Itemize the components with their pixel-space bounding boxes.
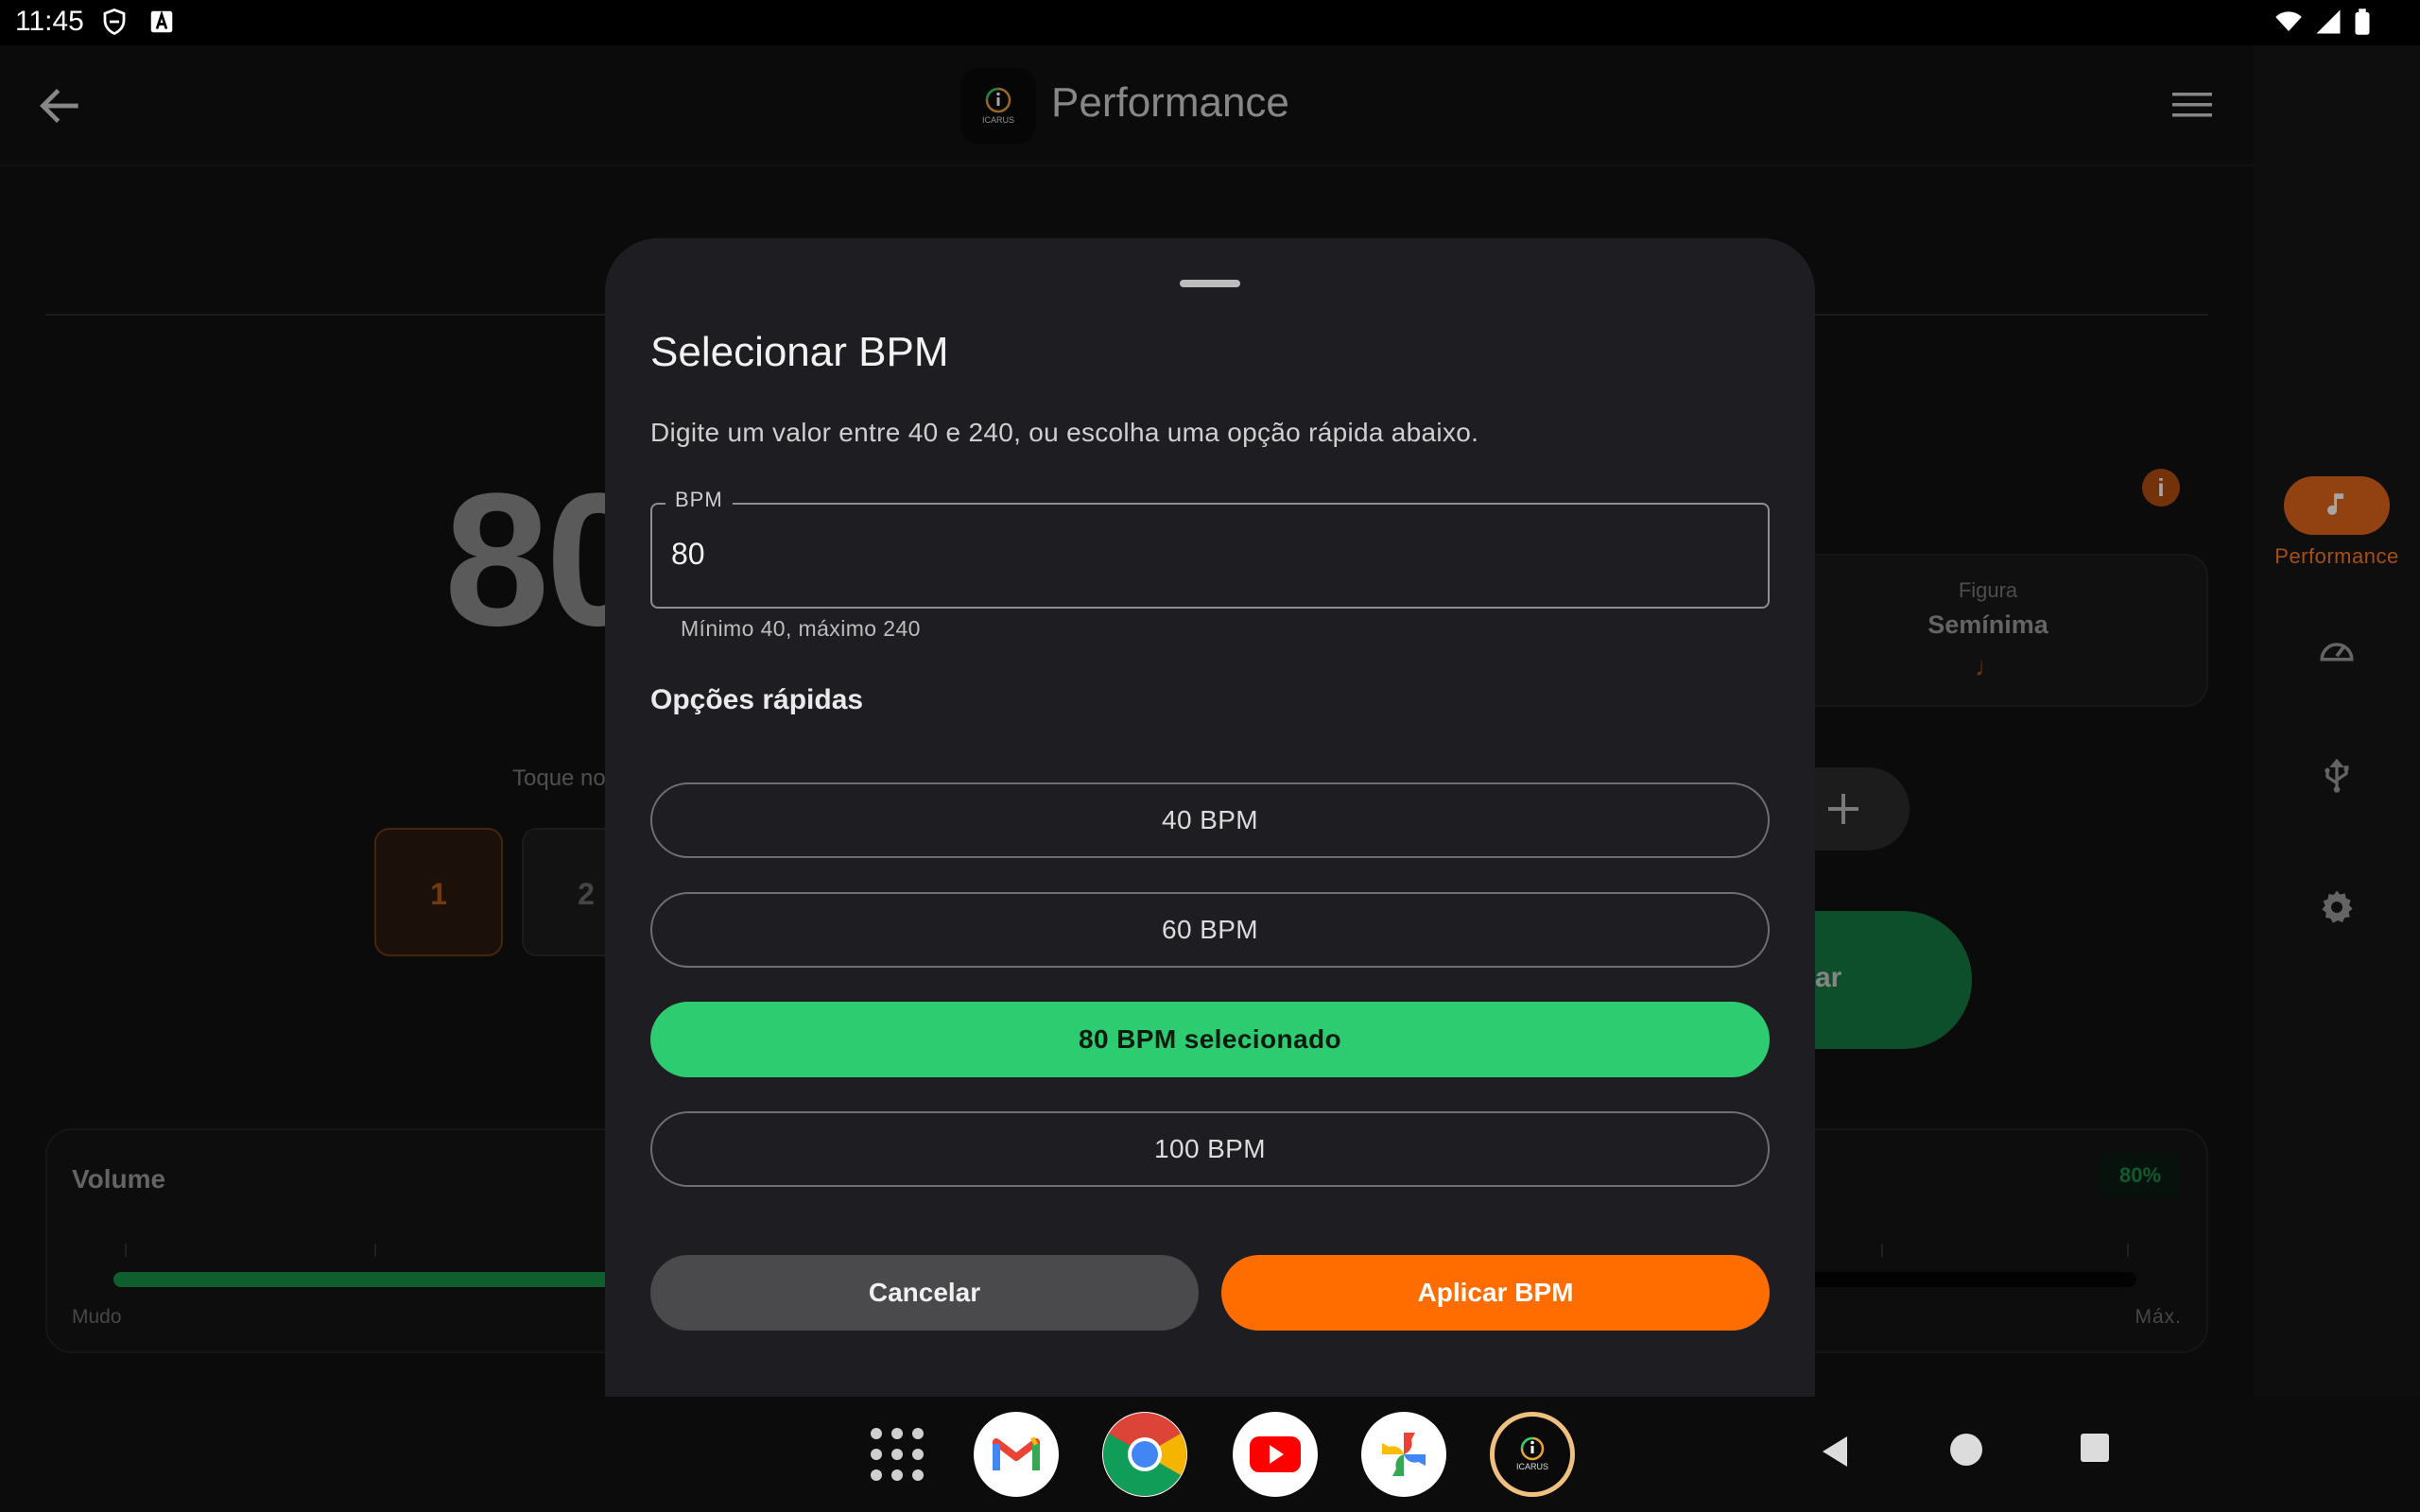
- chrome-icon[interactable]: [1102, 1412, 1187, 1497]
- cancel-button[interactable]: Cancelar: [650, 1255, 1199, 1331]
- bpm-bottom-sheet: Selecionar BPM Digite um valor entre 40 …: [605, 238, 1815, 1397]
- option-80-bpm[interactable]: 80 BPM selecionado: [650, 1002, 1770, 1077]
- icarus-icon[interactable]: ICARUS: [1490, 1412, 1575, 1497]
- icarus-label: ICARUS: [1516, 1462, 1548, 1471]
- status-bar: 11:45: [0, 0, 2420, 45]
- taskbar: ICARUS: [0, 1397, 2420, 1512]
- quick-options-title: Opções rápidas: [650, 684, 864, 715]
- battery-icon: [2355, 9, 2370, 35]
- apply-bpm-button[interactable]: Aplicar BPM: [1221, 1255, 1770, 1331]
- option-40-bpm[interactable]: 40 BPM: [650, 782, 1770, 858]
- sheet-description: Digite um valor entre 40 e 240, ou escol…: [650, 418, 1479, 447]
- bpm-input[interactable]: [671, 537, 1616, 572]
- gmail-icon[interactable]: [974, 1412, 1059, 1497]
- bpm-field-label: BPM: [666, 488, 733, 512]
- option-60-bpm[interactable]: 60 BPM: [650, 892, 1770, 968]
- sheet-title: Selecionar BPM: [650, 329, 949, 375]
- youtube-icon[interactable]: [1233, 1412, 1318, 1497]
- option-100-bpm[interactable]: 100 BPM: [650, 1111, 1770, 1187]
- signal-icon: [2316, 9, 2341, 34]
- app-drawer-icon[interactable]: [868, 1425, 926, 1484]
- shield-icon: [103, 9, 126, 36]
- back-nav-icon[interactable]: [1817, 1433, 1855, 1470]
- font-download-icon: [150, 10, 173, 33]
- home-nav-icon[interactable]: [1949, 1433, 1983, 1467]
- wifi-icon: [2275, 11, 2302, 31]
- recents-nav-icon[interactable]: [2080, 1433, 2110, 1463]
- photos-icon[interactable]: [1361, 1412, 1446, 1497]
- drag-handle[interactable]: [1180, 280, 1240, 287]
- bpm-helper-text: Mínimo 40, máximo 240: [681, 616, 921, 641]
- status-time: 11:45: [15, 6, 84, 37]
